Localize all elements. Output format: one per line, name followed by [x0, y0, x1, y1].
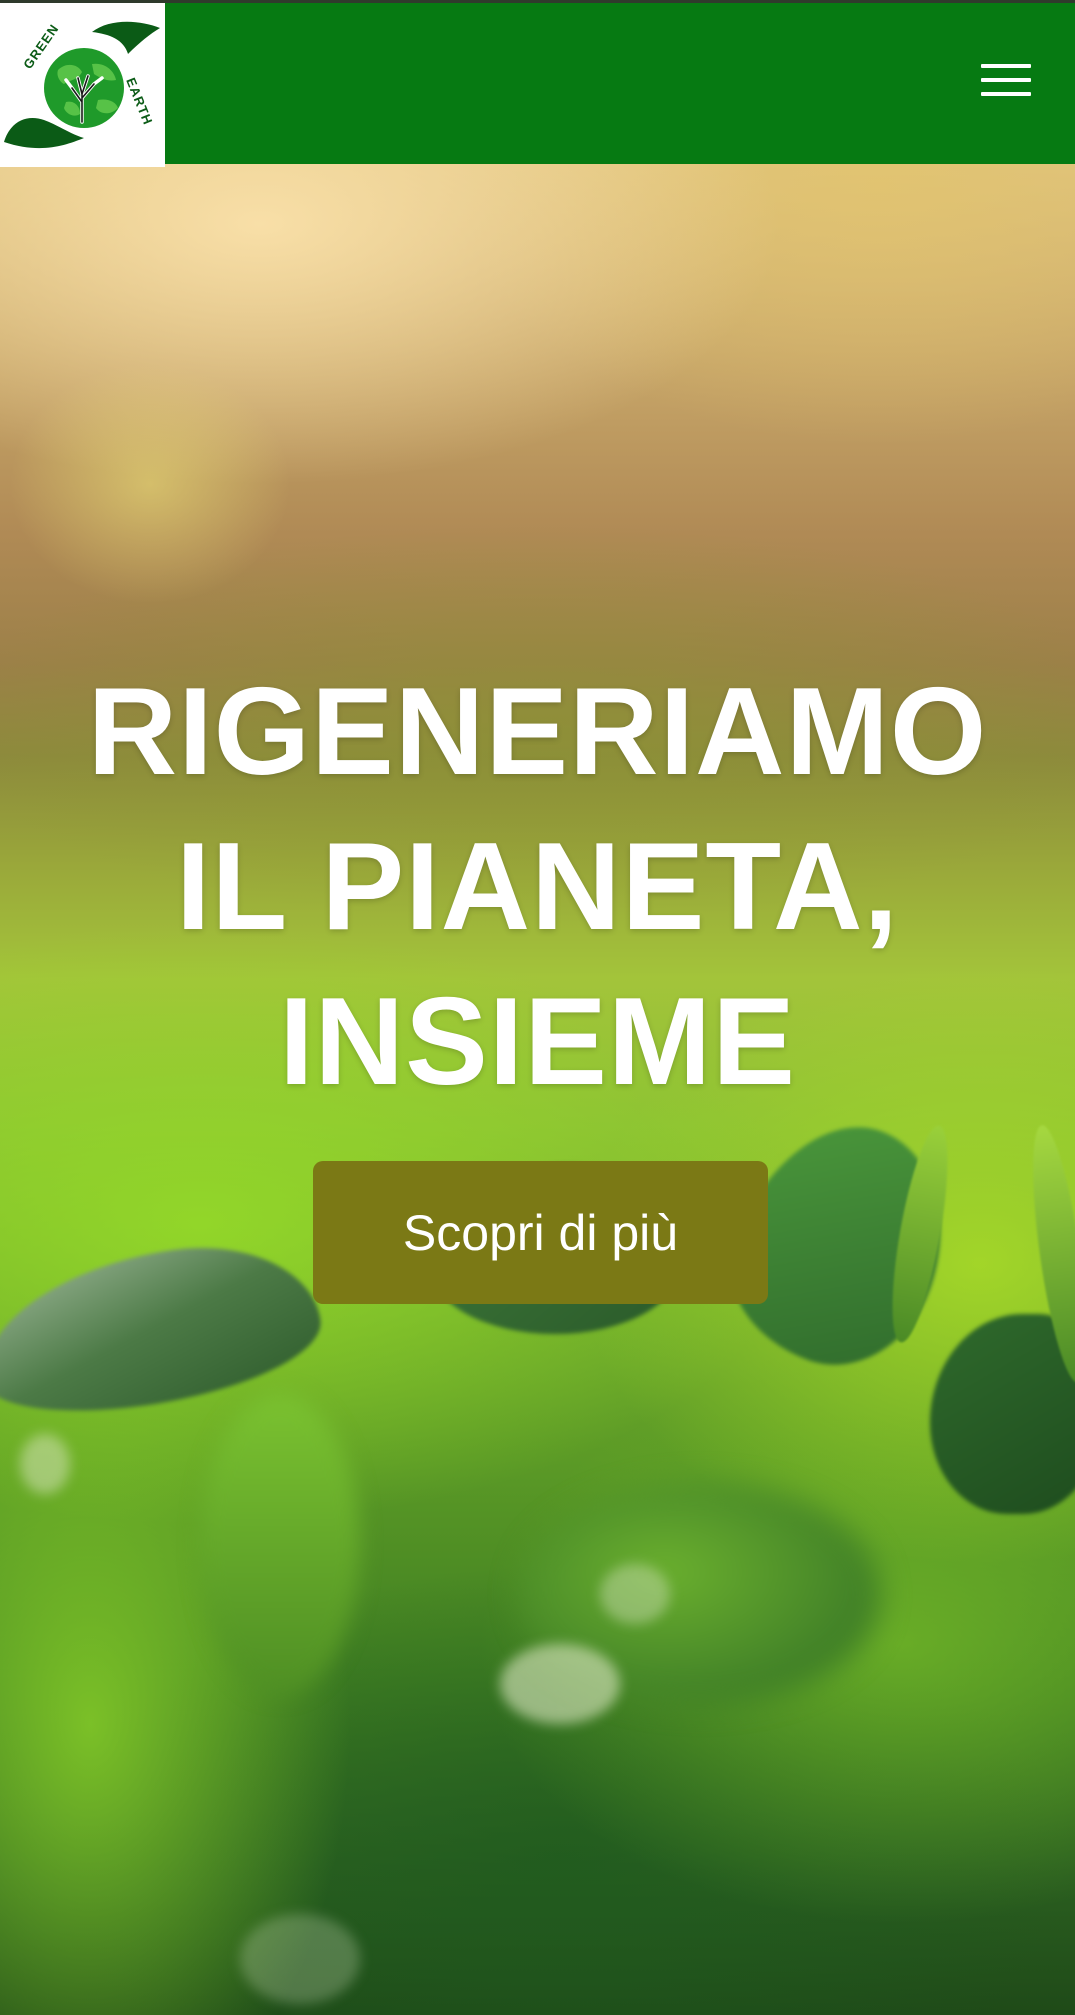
hero-title-line: IL PIANETA, [176, 818, 899, 956]
hamburger-menu-icon[interactable] [981, 61, 1031, 99]
menu-bar [981, 92, 1031, 96]
background-bokeh [240, 1914, 360, 2004]
hero-title: RIGENERIAMO IL PIANETA, INSIEME [0, 655, 1075, 1120]
hero-title-line: INSIEME [279, 973, 796, 1111]
discover-more-button[interactable]: Scopri di più [313, 1161, 768, 1304]
green-earth-logo: GREEN EARTH [4, 21, 160, 149]
menu-bar [981, 64, 1031, 68]
background-leaf [930, 1314, 1075, 1514]
hero-title-line: RIGENERIAMO [87, 663, 988, 801]
site-header: GREEN EARTH [0, 0, 1075, 167]
background-bokeh [20, 1434, 70, 1494]
logo-text-earth: EARTH [123, 76, 156, 128]
background-leaf [200, 1394, 360, 1694]
menu-bar [981, 78, 1031, 82]
logo-link[interactable]: GREEN EARTH [0, 3, 165, 167]
background-bokeh [600, 1564, 670, 1624]
page: GREEN EARTH RIGENERIAMO IL PIANETA, INSI… [0, 0, 1075, 2015]
background-bokeh [500, 1644, 620, 1724]
